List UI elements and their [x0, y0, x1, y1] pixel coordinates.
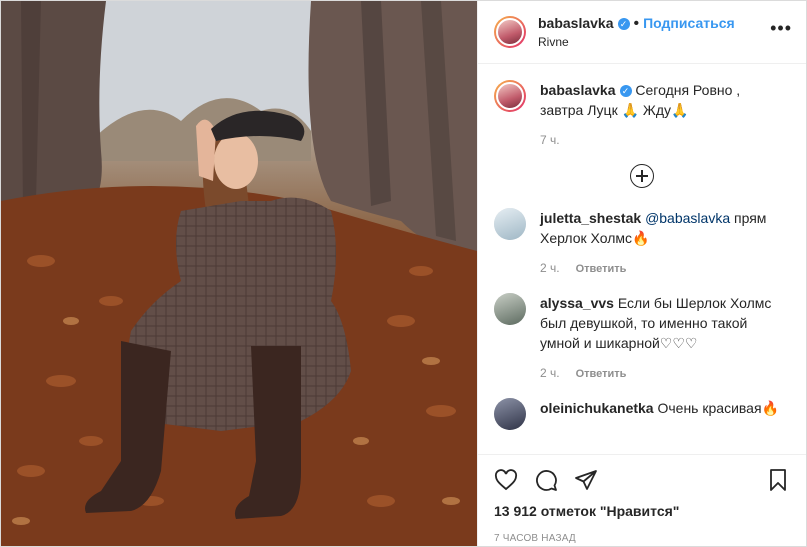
- heart-icon[interactable]: [494, 468, 518, 492]
- bookmark-icon[interactable]: [766, 468, 790, 492]
- verified-badge-icon: ✓: [619, 85, 632, 97]
- separator-dot: •: [633, 15, 640, 32]
- commenter-avatar[interactable]: [494, 208, 526, 240]
- author-info: babaslavka ✓ • Подписаться Rivne: [538, 15, 735, 49]
- caption-time[interactable]: 7 ч.: [540, 133, 560, 147]
- comment-time[interactable]: 2 ч.: [540, 366, 560, 380]
- caption-username[interactable]: babaslavka: [540, 82, 616, 98]
- comment-username[interactable]: juletta_shestak: [540, 210, 641, 226]
- comment-item: juletta_shestak @babaslavka прям Херлок …: [494, 208, 790, 279]
- comment-username[interactable]: alyssa_vvs: [540, 295, 614, 311]
- commenter-avatar[interactable]: [494, 293, 526, 325]
- reply-button[interactable]: Ответить: [576, 368, 627, 380]
- verified-badge-icon: ✓: [617, 18, 630, 30]
- follow-button[interactable]: Подписаться: [643, 15, 735, 31]
- author-avatar[interactable]: [494, 16, 526, 48]
- more-options-icon[interactable]: •••: [770, 19, 792, 37]
- caption: babaslavka ✓ Сегодня Ровно , завтра Луцк …: [494, 80, 790, 150]
- likes-count[interactable]: 13 912 отметок "Нравится": [494, 503, 790, 519]
- comments-list: babaslavka ✓ Сегодня Ровно , завтра Луцк …: [478, 64, 806, 454]
- comment-icon[interactable]: [534, 468, 558, 492]
- comment-time[interactable]: 2 ч.: [540, 261, 560, 275]
- commenter-avatar[interactable]: [494, 398, 526, 430]
- comment-item: alyssa_vvs Если бы Шерлок Холмс был деву…: [494, 293, 790, 384]
- post-header: babaslavka ✓ • Подписаться Rivne •••: [478, 1, 806, 64]
- post-photo-illustration: [1, 1, 477, 546]
- author-username[interactable]: babaslavka: [538, 15, 614, 31]
- share-icon[interactable]: [574, 468, 598, 492]
- post-location[interactable]: Rivne: [538, 35, 735, 49]
- post-photo[interactable]: [1, 1, 477, 546]
- comment-mention[interactable]: @babaslavka: [645, 210, 730, 226]
- post-side-panel: babaslavka ✓ • Подписаться Rivne ••• babasl…: [477, 1, 806, 546]
- post-actions: 13 912 отметок "Нравится" 7 часов назад: [478, 454, 806, 546]
- plus-circle-icon[interactable]: [630, 164, 654, 188]
- comment-text: Очень красивая🔥: [657, 400, 779, 416]
- comment-item: oleinichukanetka Очень красивая🔥: [494, 398, 790, 430]
- comment-username[interactable]: oleinichukanetka: [540, 400, 654, 416]
- reply-button[interactable]: Ответить: [576, 263, 627, 275]
- instagram-post: babaslavka ✓ • Подписаться Rivne ••• babasl…: [0, 0, 807, 547]
- caption-avatar[interactable]: [494, 80, 526, 112]
- post-timestamp[interactable]: 7 часов назад: [494, 533, 790, 544]
